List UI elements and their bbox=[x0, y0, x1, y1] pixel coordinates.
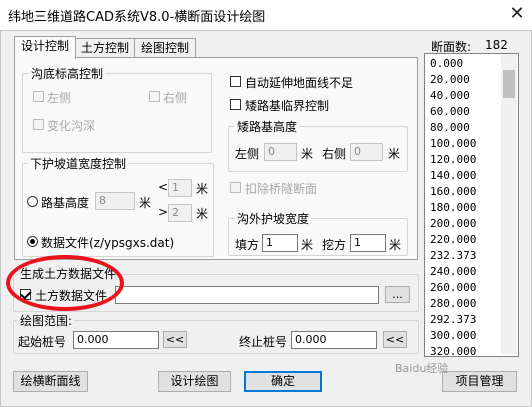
section-list-item[interactable]: 220.000 bbox=[430, 233, 476, 246]
section-list-item[interactable]: 240.000 bbox=[430, 265, 476, 278]
data-file-label: 数据文件(z/ypsgxs.dat) bbox=[41, 236, 175, 250]
low-subgrade-control-checkbox[interactable] bbox=[230, 99, 241, 110]
section-list-item[interactable]: 300.000 bbox=[430, 329, 476, 342]
section-list-item[interactable]: 280.000 bbox=[430, 297, 476, 310]
greater-than-width-input[interactable]: 2 bbox=[168, 204, 192, 222]
fill-label: 填方 bbox=[235, 238, 260, 252]
section-list-item[interactable]: 180.000 bbox=[430, 201, 476, 214]
section-list-item[interactable]: 160.000 bbox=[430, 185, 476, 198]
ditch-outer-slope-title: 沟外护坡宽度 bbox=[235, 210, 312, 227]
section-list-item[interactable]: 20.000 bbox=[430, 73, 470, 86]
deduct-bridge-tunnel-label: 扣除桥隧断面 bbox=[245, 182, 318, 196]
project-management-button[interactable]: 项目管理 bbox=[442, 371, 517, 392]
section-list-item[interactable]: 232.373 bbox=[430, 249, 476, 262]
earthwork-file-title: 生成土方数据文件 bbox=[18, 265, 119, 282]
end-station-label: 终止桩号 bbox=[239, 335, 288, 349]
pick-end-station-button[interactable]: << bbox=[383, 331, 407, 348]
vary-ditch-depth-label: 变化沟深 bbox=[47, 119, 96, 133]
section-list-item[interactable]: 120.000 bbox=[430, 153, 476, 166]
vary-ditch-depth-checkbox[interactable] bbox=[33, 119, 44, 130]
end-station-input[interactable]: 0.000 bbox=[291, 331, 377, 349]
design-drawing-button[interactable]: 设计绘图 bbox=[158, 371, 231, 392]
auto-extend-ground-label: 自动延伸地面线不足 bbox=[245, 76, 354, 90]
fill-width-input[interactable]: 1 bbox=[262, 234, 298, 252]
window-title: 纬地三维道路CAD系统V8.0-横断面设计绘图 bbox=[8, 10, 266, 25]
low-subgrade-left-unit: 米 bbox=[301, 147, 314, 161]
left-ditch-checkbox[interactable] bbox=[33, 91, 44, 102]
low-subgrade-height-title: 矮路基高度 bbox=[235, 118, 300, 135]
section-count-value: 182 bbox=[485, 38, 508, 52]
watermark-text: Baidu经验 bbox=[395, 362, 449, 375]
start-station-label: 起始桩号 bbox=[18, 335, 67, 349]
left-ditch-label: 左侧 bbox=[47, 91, 72, 105]
section-list-item[interactable]: 320.000 bbox=[430, 345, 476, 356]
less-than-width-unit: 米 bbox=[196, 182, 209, 196]
right-ditch-label: 右侧 bbox=[163, 91, 188, 105]
section-list-item[interactable]: 260.000 bbox=[430, 281, 476, 294]
auto-extend-ground-checkbox[interactable] bbox=[230, 76, 241, 87]
section-list-item[interactable]: 40.000 bbox=[430, 89, 470, 102]
tab-drawing-control[interactable]: 绘图控制 bbox=[134, 38, 196, 58]
less-than-width-input[interactable]: 1 bbox=[168, 179, 192, 197]
ditch-bottom-title: 沟底标高控制 bbox=[29, 65, 106, 82]
section-list-item[interactable]: 140.000 bbox=[430, 169, 476, 182]
low-subgrade-control-label: 矮路基临界控制 bbox=[245, 99, 330, 113]
pick-start-station-button[interactable]: << bbox=[163, 331, 187, 348]
cut-width-unit: 米 bbox=[389, 238, 402, 252]
start-station-input[interactable]: 0.000 bbox=[73, 331, 159, 349]
low-subgrade-right-label: 右侧 bbox=[322, 147, 347, 161]
low-subgrade-right-unit: 米 bbox=[388, 147, 401, 161]
ditch-bottom-group bbox=[22, 73, 212, 153]
greater-than-width-unit: 米 bbox=[196, 207, 209, 221]
tab-earthwork-control[interactable]: 土方控制 bbox=[74, 38, 136, 58]
subgrade-height-unit: 米 bbox=[139, 196, 152, 210]
section-list-item[interactable]: 292.373 bbox=[430, 313, 476, 326]
section-list-item[interactable]: 200.000 bbox=[430, 217, 476, 230]
greater-than-symbol: > bbox=[158, 205, 169, 219]
by-subgrade-height-label: 路基高度 bbox=[41, 196, 90, 210]
earthwork-file-path-input[interactable] bbox=[115, 286, 379, 304]
right-ditch-checkbox[interactable] bbox=[149, 91, 160, 102]
low-subgrade-left-label: 左侧 bbox=[235, 147, 260, 161]
drawing-range-title: 绘图范围: bbox=[18, 312, 75, 329]
earthwork-file-label: 土方数据文件 bbox=[35, 289, 108, 303]
close-icon[interactable]: ✕ bbox=[506, 3, 528, 25]
deduct-bridge-tunnel-checkbox[interactable] bbox=[230, 182, 241, 193]
cut-label: 挖方 bbox=[322, 238, 347, 252]
section-list-item[interactable]: 60.000 bbox=[430, 105, 470, 118]
subgrade-height-input[interactable]: 8 bbox=[95, 192, 135, 210]
browse-button[interactable]: ... bbox=[385, 286, 410, 303]
fill-width-unit: 米 bbox=[301, 238, 314, 252]
listbox-scroll-thumb[interactable] bbox=[503, 70, 515, 98]
slope-width-title: 下护坡道宽度控制 bbox=[28, 155, 129, 172]
low-subgrade-right-input[interactable]: 0 bbox=[350, 143, 383, 161]
draw-cross-section-line-button[interactable]: 绘横断面线 bbox=[13, 371, 88, 392]
low-subgrade-left-input[interactable]: 0 bbox=[264, 143, 297, 161]
section-list-item[interactable]: 100.000 bbox=[430, 137, 476, 150]
listbox-scrollbar[interactable] bbox=[501, 54, 517, 354]
less-than-symbol: < bbox=[158, 180, 169, 194]
data-file-radio[interactable] bbox=[27, 236, 38, 247]
tab-design-control[interactable]: 设计控制 bbox=[14, 36, 76, 59]
earthwork-file-checkbox[interactable] bbox=[20, 289, 31, 300]
by-subgrade-height-radio[interactable] bbox=[27, 196, 38, 207]
ok-button[interactable]: 确定 bbox=[244, 371, 322, 392]
cut-width-input[interactable]: 1 bbox=[350, 234, 386, 252]
section-list-item[interactable]: 80.000 bbox=[430, 121, 470, 134]
section-list-item[interactable]: 0.000 bbox=[430, 57, 463, 70]
